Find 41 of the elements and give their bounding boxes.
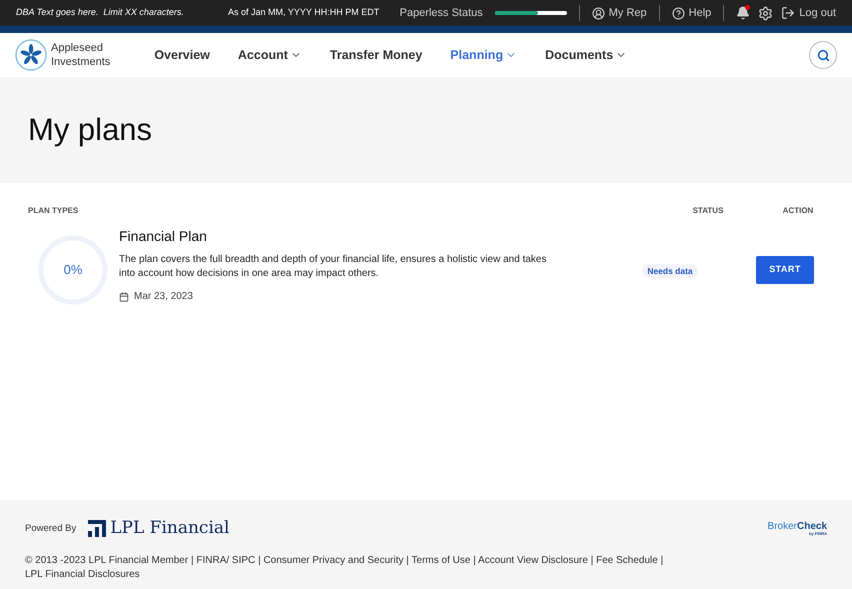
powered-by-text: Powered By (25, 522, 76, 536)
status-tag: Needs data (620, 258, 720, 282)
nav-item[interactable]: Transfer Money (330, 46, 422, 64)
start-button[interactable]: START (756, 256, 814, 284)
help-icon (672, 6, 685, 20)
logout-icon (781, 6, 796, 20)
column-header: PLAN TYPES (28, 205, 80, 217)
plan-description: The plan covers the full breadth and depth of your financial life, ensures a holistic view and takes into account how decisions in one area may impact others. (119, 253, 548, 281)
calendar-icon (119, 292, 129, 302)
footer-link[interactable]: Fee Schedule (596, 554, 658, 566)
nav-item[interactable]: Account (238, 46, 302, 64)
plan-date: Mar 23, 2023 (134, 290, 193, 304)
footer-link[interactable]: Consumer Privacy and Security (263, 554, 404, 566)
settings-icon[interactable] (758, 6, 774, 20)
footer-link[interactable]: FINRA/ SIPC (196, 554, 256, 566)
search-icon (816, 48, 830, 62)
help-link[interactable]: Help (672, 4, 712, 22)
nav-item[interactable]: Planning (450, 46, 518, 64)
column-header: STATUS (692, 205, 724, 217)
footer-link[interactable]: Account View Disclosure (478, 554, 588, 566)
lpl-financial-logo: LPL Financial (110, 517, 230, 540)
footer-link[interactable]: Terms of Use (412, 554, 470, 566)
user-icon (592, 6, 605, 20)
plan-title: Financial Plan (119, 227, 208, 246)
dba-text: DBA Text goes here. Limit XX characters. (16, 6, 185, 20)
my-rep-link[interactable]: My Rep (592, 4, 647, 22)
paperless-label: Paperless Status (400, 6, 483, 21)
nav-item[interactable]: Overview (154, 46, 210, 64)
as-of-text: As of Jan MM, YYYY HH:HH PM EDT (228, 6, 380, 20)
brand-name[interactable]: Appleseed Investments (51, 41, 110, 69)
nav-item[interactable]: Documents (545, 46, 628, 64)
column-header: ACTION (782, 205, 814, 217)
search-button[interactable] (809, 41, 837, 69)
page-title: My plans (28, 110, 152, 149)
logout-link[interactable]: Log out (781, 4, 836, 22)
footer-links: © 2013 -2023 LPL Financial Member | FINRA/ SIPC | Consumer Privacy and Security | Terms of Use | Account View Disclosure | Fee Schedule | LPL Financial Disclosures (25, 554, 664, 582)
progress-text: 0% (62, 261, 84, 280)
notification-bell-icon[interactable] (736, 6, 750, 20)
logo-icon (15, 39, 47, 71)
lpl-logo-icon (88, 520, 106, 538)
footer-link[interactable]: LPL Financial Disclosures (25, 568, 140, 580)
